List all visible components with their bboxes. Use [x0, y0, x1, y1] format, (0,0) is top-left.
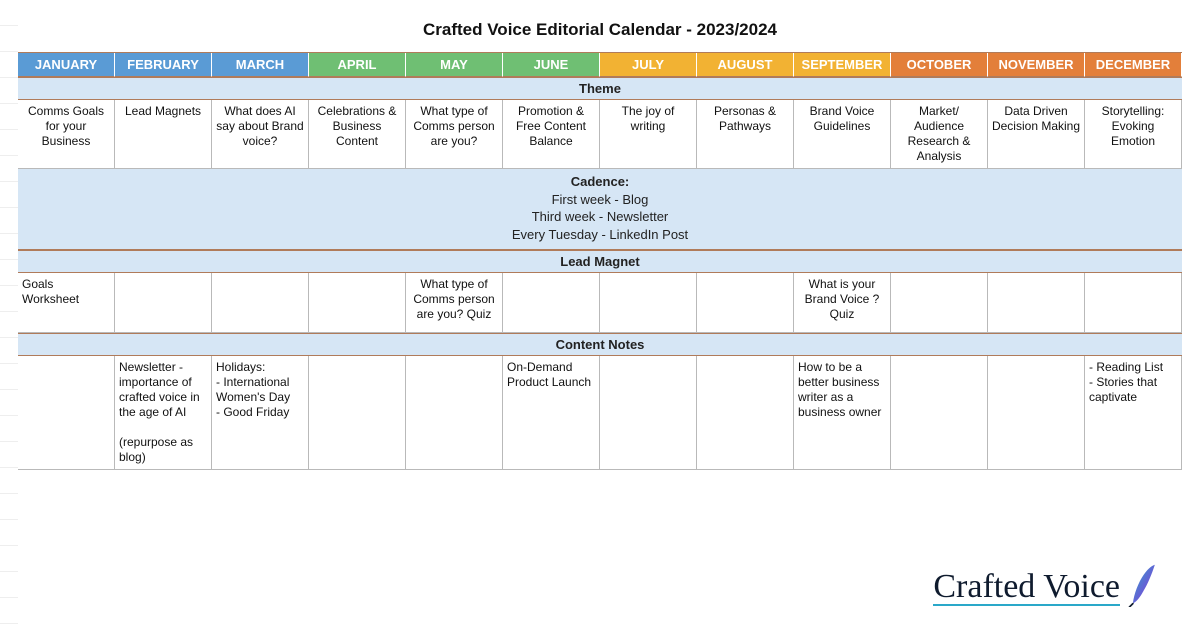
page-title: Crafted Voice Editorial Calendar - 2023/…	[18, 14, 1182, 52]
lead-magnet-cell[interactable]: What type of Comms person are you? Quiz	[406, 273, 503, 333]
content-notes-cell[interactable]: - Reading List- Stories that captivate	[1085, 356, 1182, 470]
lead-magnet-cell[interactable]	[988, 273, 1085, 333]
month-header-mar[interactable]: MARCH	[212, 53, 309, 77]
theme-cell[interactable]: What type of Comms person are you?	[406, 100, 503, 169]
theme-cell[interactable]: Storytelling: Evoking Emotion	[1085, 100, 1182, 169]
cadence-block: Cadence: First week - Blog Third week - …	[18, 169, 1182, 250]
lead-magnet-cell[interactable]: Goals Worksheet	[18, 273, 115, 333]
content-notes-cell[interactable]: Newsletter - importance of crafted voice…	[115, 356, 212, 470]
lead-magnet-cell[interactable]: What is your Brand Voice ? Quiz	[794, 273, 891, 333]
theme-cell[interactable]: Market/ Audience Research & Analysis	[891, 100, 988, 169]
lead-magnet-cell[interactable]	[891, 273, 988, 333]
theme-cell[interactable]: Data Driven Decision Making	[988, 100, 1085, 169]
section-band-theme: Theme	[18, 77, 1182, 100]
content-notes-cell[interactable]	[309, 356, 406, 470]
month-header-dec[interactable]: DECEMBER	[1085, 53, 1182, 77]
section-band-content-notes: Content Notes	[18, 333, 1182, 356]
content-notes-cell[interactable]: How to be a better business writer as a …	[794, 356, 891, 470]
section-band-lead-magnet: Lead Magnet	[18, 250, 1182, 273]
theme-cell[interactable]: Comms Goals for your Business	[18, 100, 115, 169]
content-notes-cell[interactable]	[600, 356, 697, 470]
month-header-jun[interactable]: JUNE	[503, 53, 600, 77]
cadence-line: First week - Blog	[18, 191, 1182, 209]
month-header-jul[interactable]: JULY	[600, 53, 697, 77]
lead-magnet-cell[interactable]	[1085, 273, 1182, 333]
theme-cell[interactable]: What does AI say about Brand voice?	[212, 100, 309, 169]
month-header-feb[interactable]: FEBRUARY	[115, 53, 212, 77]
lead-magnet-cell[interactable]	[115, 273, 212, 333]
brand-logo: Crafted Voice	[933, 563, 1160, 612]
spreadsheet-canvas: Crafted Voice Editorial Calendar - 2023/…	[0, 0, 1200, 470]
lead-magnet-cell[interactable]	[697, 273, 794, 333]
cadence-line: Third week - Newsletter	[18, 208, 1182, 226]
content-notes-cell[interactable]	[891, 356, 988, 470]
calendar-grid: JANUARY FEBRUARY MARCH APRIL MAY JUNE JU…	[18, 52, 1182, 470]
content-notes-cell[interactable]: On-Demand Product Launch	[503, 356, 600, 470]
month-header-nov[interactable]: NOVEMBER	[988, 53, 1085, 77]
theme-cell[interactable]: Brand Voice Guidelines	[794, 100, 891, 169]
month-header-sep[interactable]: SEPTEMBER	[794, 53, 891, 77]
content-notes-cell[interactable]	[988, 356, 1085, 470]
content-notes-cell[interactable]	[18, 356, 115, 470]
theme-cell[interactable]: Personas & Pathways	[697, 100, 794, 169]
theme-cell[interactable]: Promotion & Free Content Balance	[503, 100, 600, 169]
theme-cell[interactable]: Celebrations & Business Content	[309, 100, 406, 169]
content-notes-cell[interactable]	[697, 356, 794, 470]
lead-magnet-cell[interactable]	[212, 273, 309, 333]
month-header-apr[interactable]: APRIL	[309, 53, 406, 77]
lead-magnet-cell[interactable]	[503, 273, 600, 333]
content-notes-cell[interactable]: Holidays:- International Women's Day- Go…	[212, 356, 309, 470]
cadence-line: Every Tuesday - LinkedIn Post	[18, 226, 1182, 244]
theme-cell[interactable]: Lead Magnets	[115, 100, 212, 169]
month-header-oct[interactable]: OCTOBER	[891, 53, 988, 77]
month-header-jan[interactable]: JANUARY	[18, 53, 115, 77]
feather-icon	[1126, 563, 1160, 612]
lead-magnet-cell[interactable]	[600, 273, 697, 333]
month-header-aug[interactable]: AUGUST	[697, 53, 794, 77]
lead-magnet-cell[interactable]	[309, 273, 406, 333]
brand-logo-text: Crafted Voice	[933, 570, 1120, 606]
content-notes-cell[interactable]	[406, 356, 503, 470]
month-header-may[interactable]: MAY	[406, 53, 503, 77]
theme-cell[interactable]: The joy of writing	[600, 100, 697, 169]
cadence-title: Cadence:	[18, 173, 1182, 191]
